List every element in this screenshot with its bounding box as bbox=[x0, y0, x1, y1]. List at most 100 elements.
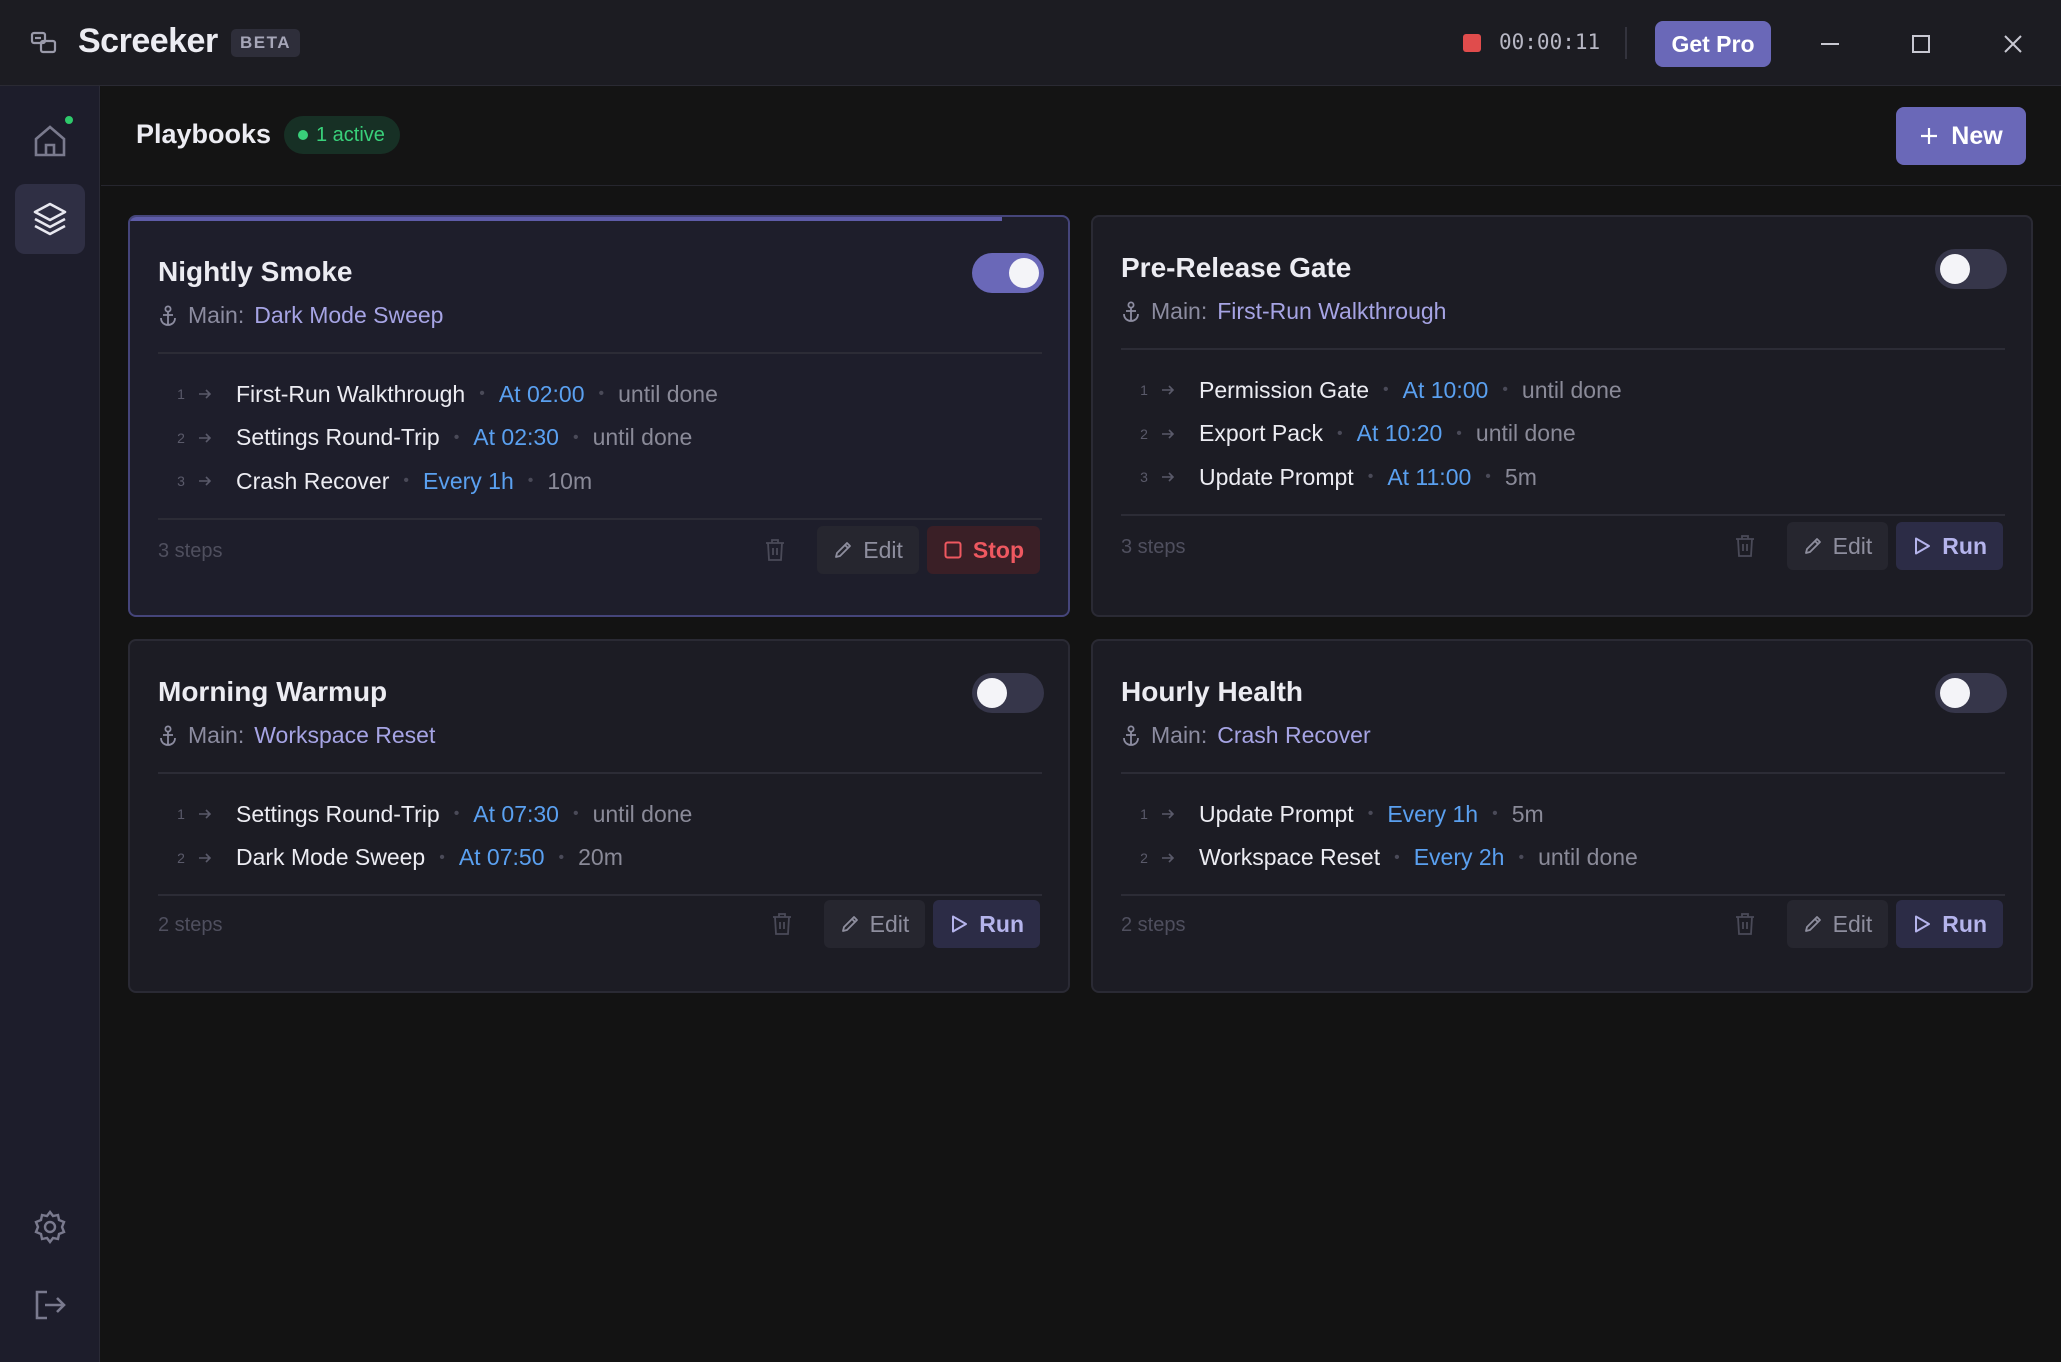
stop-icon bbox=[944, 541, 962, 559]
steps-count: 3 steps bbox=[158, 540, 223, 562]
step-name: Update Prompt bbox=[1199, 800, 1354, 827]
arrow-right-icon bbox=[198, 475, 216, 487]
stop-button[interactable]: Stop bbox=[926, 526, 1040, 574]
beta-badge: BETA bbox=[231, 29, 301, 57]
card-title: Nightly Smoke bbox=[158, 256, 353, 287]
new-playbook-button[interactable]: New bbox=[1896, 107, 2026, 165]
steps-count: 3 steps bbox=[1121, 536, 1186, 558]
step-name: First-Run Walkthrough bbox=[236, 380, 466, 407]
step-row[interactable]: 1 Settings Round-Trip • At 07:30 • until… bbox=[158, 794, 692, 834]
edit-button[interactable]: Edit bbox=[1786, 522, 1889, 570]
delete-button[interactable] bbox=[760, 902, 804, 946]
delete-button[interactable] bbox=[1723, 902, 1767, 946]
edit-button[interactable]: Edit bbox=[1786, 900, 1889, 948]
sidebar bbox=[0, 86, 100, 1362]
edit-label: Edit bbox=[869, 910, 910, 937]
separator-dot: • bbox=[527, 472, 534, 489]
main-value: First-Run Walkthrough bbox=[1217, 298, 1447, 324]
step-name: Permission Gate bbox=[1199, 376, 1370, 403]
step-name: Workspace Reset bbox=[1199, 844, 1381, 870]
step-schedule: Every 2h bbox=[1413, 844, 1505, 870]
step-number: 2 bbox=[177, 849, 185, 866]
run-button[interactable]: Run bbox=[933, 900, 1040, 948]
anchor-icon bbox=[160, 305, 176, 326]
run-label: Run bbox=[1942, 910, 1987, 937]
edit-button[interactable]: Edit bbox=[817, 526, 919, 574]
sidebar-item-home[interactable] bbox=[15, 106, 85, 176]
playbook-card-pre-release-gate[interactable]: Pre-Release Gate Main: First-Run Walkthr… bbox=[1091, 215, 2033, 617]
pencil-icon bbox=[835, 542, 852, 558]
close-button[interactable] bbox=[1991, 22, 2035, 66]
step-row[interactable]: 1 Permission Gate • At 10:00 • until don… bbox=[1121, 370, 1622, 410]
steps-count: 2 steps bbox=[1121, 914, 1186, 936]
step-row[interactable]: 1 Update Prompt • Every 1h • 5m bbox=[1121, 794, 1544, 834]
step-row[interactable]: 2 Workspace Reset • Every 2h • until don… bbox=[1121, 838, 1638, 878]
separator-dot: • bbox=[1337, 424, 1343, 442]
delete-button[interactable] bbox=[753, 528, 797, 572]
step-row[interactable]: 3 Update Prompt • At 11:00 • 5m bbox=[1121, 457, 1537, 497]
play-icon bbox=[1915, 915, 1931, 933]
step-schedule: At 02:00 bbox=[498, 380, 585, 407]
enable-toggle[interactable] bbox=[1935, 249, 2007, 289]
run-label: Run bbox=[1942, 532, 1987, 559]
separator-dot: • bbox=[453, 805, 460, 822]
divider bbox=[158, 894, 1042, 896]
separator-dot: • bbox=[1485, 468, 1491, 485]
arrow-right-icon bbox=[198, 808, 216, 820]
step-row[interactable]: 3 Crash Recover • Every 1h • 10m bbox=[158, 461, 592, 501]
minimize-button[interactable] bbox=[1808, 22, 1852, 66]
step-row[interactable]: 2 Dark Mode Sweep • At 07:50 • 20m bbox=[158, 838, 623, 878]
step-row[interactable]: 1 First-Run Walkthrough • At 02:00 • unt… bbox=[158, 374, 718, 414]
maximize-button[interactable] bbox=[1899, 22, 1943, 66]
separator-dot: • bbox=[1518, 848, 1525, 866]
edit-button[interactable]: Edit bbox=[823, 900, 926, 948]
playbook-card-morning-warmup[interactable]: Morning Warmup Main: Workspace Reset 1 S… bbox=[128, 639, 1070, 993]
sidebar-item-playbooks[interactable] bbox=[15, 184, 85, 254]
step-duration: until done bbox=[1521, 376, 1622, 403]
sidebar-item-logout[interactable] bbox=[15, 1270, 85, 1340]
delete-button[interactable] bbox=[1723, 524, 1767, 568]
divider bbox=[158, 518, 1042, 520]
step-duration: until done bbox=[618, 380, 718, 407]
anchor-icon bbox=[1123, 301, 1139, 322]
enable-toggle[interactable] bbox=[972, 673, 1044, 713]
playbook-card-nightly-smoke[interactable]: Nightly Smoke Main: Dark Mode Sweep 1 Fi… bbox=[128, 215, 1070, 617]
recording-indicator-icon bbox=[1463, 34, 1481, 52]
separator-dot: • bbox=[1367, 468, 1374, 485]
card-title: Morning Warmup bbox=[158, 676, 388, 707]
get-pro-button[interactable]: Get Pro bbox=[1655, 21, 1771, 67]
step-duration: until done bbox=[592, 424, 693, 450]
titlebar-divider bbox=[1625, 27, 1627, 59]
divider bbox=[1121, 348, 2005, 350]
step-number: 1 bbox=[1140, 382, 1148, 398]
step-duration: 10m bbox=[547, 467, 593, 494]
run-button[interactable]: Run bbox=[1896, 522, 2003, 570]
run-button[interactable]: Run bbox=[1896, 900, 2003, 948]
separator-dot: • bbox=[598, 385, 605, 402]
enable-toggle[interactable] bbox=[972, 253, 1044, 293]
step-row[interactable]: 2 Export Pack • At 10:20 • until done bbox=[1121, 414, 1576, 454]
step-row[interactable]: 2 Settings Round-Trip • At 02:30 • until… bbox=[158, 418, 692, 458]
enable-toggle[interactable] bbox=[1935, 673, 2007, 713]
stop-label: Stop bbox=[972, 536, 1024, 563]
recording-timer: 00:00:11 bbox=[1499, 30, 1601, 54]
card-actions: Edit Run bbox=[760, 900, 1040, 948]
divider bbox=[158, 352, 1042, 354]
card-actions: Edit Stop bbox=[753, 526, 1040, 574]
arrow-right-icon bbox=[1161, 384, 1179, 396]
toggle-knob bbox=[1940, 254, 1970, 284]
trash-icon bbox=[1735, 913, 1754, 935]
playbook-card-hourly-health[interactable]: Hourly Health Main: Crash Recover 1 Upda… bbox=[1091, 639, 2033, 993]
step-name: Settings Round-Trip bbox=[236, 800, 440, 827]
trash-icon bbox=[1735, 535, 1754, 557]
step-name: Settings Round-Trip bbox=[236, 424, 440, 450]
pencil-icon bbox=[841, 916, 858, 932]
page-title: Playbooks bbox=[136, 119, 272, 149]
sidebar-item-settings[interactable] bbox=[15, 1192, 85, 1262]
app-logo-icon bbox=[30, 30, 58, 56]
main-value: Dark Mode Sweep bbox=[254, 302, 444, 328]
step-number: 3 bbox=[177, 473, 185, 489]
gear-icon bbox=[34, 1210, 66, 1244]
run-progress-bar bbox=[130, 217, 1003, 221]
main-value: Crash Recover bbox=[1217, 722, 1371, 748]
